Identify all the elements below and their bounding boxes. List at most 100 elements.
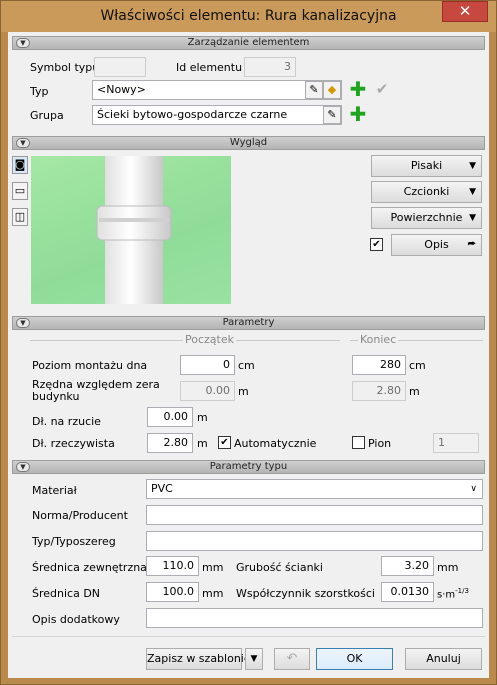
folder-icon[interactable]: ▭: [12, 182, 28, 200]
collapse-icon[interactable]: ▼: [16, 462, 30, 472]
dropdown-arrow-icon: ▼: [469, 161, 476, 171]
dialog-window: Właściwości elementu: Rura kanalizacyjna…: [0, 0, 497, 685]
unit-label: cm: [238, 359, 255, 372]
typoszereg-input[interactable]: [146, 531, 483, 551]
unit-label: m: [197, 411, 208, 424]
ok-button[interactable]: OK: [316, 648, 393, 670]
unit-label: cm: [409, 359, 426, 372]
grupa-field[interactable]: Ścieki bytowo-gospodarcze czarne: [92, 105, 342, 125]
header-koniec: Koniec: [358, 333, 399, 346]
collapse-icon[interactable]: ▼: [16, 318, 30, 328]
poziom-label: Poziom montażu dna: [32, 359, 148, 372]
pion-label: Pion: [368, 437, 392, 450]
grupa-label: Grupa: [30, 109, 64, 122]
srednica-zew-label: Średnica zewnętrzna: [32, 561, 147, 574]
dropdown-arrow-icon: ▼: [469, 213, 476, 223]
add-group-button[interactable]: ✚: [349, 104, 367, 124]
camera-icon[interactable]: ◙: [12, 156, 28, 174]
automatycznie-label: Automatycznie: [234, 437, 317, 450]
czcionki-label: Czcionki: [403, 185, 450, 198]
section-title: Wygląd: [229, 137, 268, 148]
lock-icon[interactable]: ◆: [323, 81, 341, 99]
preview-3d: [31, 156, 231, 304]
opis-checkbox[interactable]: ✔: [370, 238, 383, 251]
grubosc-input[interactable]: 3.20: [381, 556, 434, 576]
edit-group-icon[interactable]: ✎: [323, 106, 341, 124]
confirm-icon[interactable]: ✔: [373, 81, 391, 99]
section-wyglad[interactable]: ▼ Wygląd: [12, 136, 485, 150]
norma-input[interactable]: [146, 505, 483, 525]
unit-label: mm: [202, 587, 224, 600]
add-type-button[interactable]: ✚: [349, 79, 367, 99]
collapse-icon[interactable]: ▼: [16, 138, 30, 148]
dl-rzut-field: 0.00: [147, 407, 193, 427]
zapisz-dropdown-button[interactable]: ▼: [245, 648, 263, 670]
edit-type-icon[interactable]: ✎: [305, 81, 323, 99]
header-poczatek: Początek: [183, 333, 236, 346]
opis-label: Opis: [424, 238, 449, 251]
symbol-typu-label: Symbol typu: [30, 61, 100, 74]
section-parametry-typu[interactable]: ▼ Parametry typu: [12, 460, 485, 474]
unit-label: m: [238, 385, 249, 398]
zapisz-button[interactable]: Zapisz w szablonie: [146, 648, 251, 670]
material-value: PVC: [151, 482, 173, 495]
section-title: Parametry: [222, 317, 275, 328]
opis-dodatkowy-label: Opis dodatkowy: [32, 613, 120, 626]
unit-label: mm: [437, 561, 459, 574]
wspolczynnik-unit: s·m-1/3: [437, 587, 469, 600]
grubosc-label: Grubość ścianki: [236, 561, 323, 574]
rzedna-label: Rzędna względem zera budynku: [32, 378, 160, 403]
section-title: Parametry typu: [209, 461, 288, 472]
poziom-start-input[interactable]: 0: [180, 355, 235, 375]
poziom-end-input[interactable]: 280: [352, 355, 406, 375]
opis-button[interactable]: Opis ⮫: [391, 234, 482, 256]
powierzchnie-button[interactable]: Powierzchnie ▼: [371, 207, 482, 229]
opis-dodatkowy-input[interactable]: [146, 608, 483, 628]
rzedna-start-field: 0.00: [180, 381, 235, 401]
id-elementu-label: Id elementu: [176, 61, 243, 74]
unit-label: m: [409, 385, 420, 398]
title-bar: Właściwości elementu: Rura kanalizacyjna…: [1, 1, 496, 32]
srednica-zew-input[interactable]: 110.0: [146, 556, 199, 576]
open-icon: ⮫: [467, 240, 476, 250]
pisaki-button[interactable]: Pisaki ▼: [371, 155, 482, 177]
dropdown-arrow-icon: ▼: [469, 187, 476, 197]
typ-label: Typ: [30, 85, 49, 98]
norma-label: Norma/Producent: [32, 509, 128, 522]
cube-icon[interactable]: ◫: [12, 208, 28, 226]
wspolczynnik-input[interactable]: 0.0130: [381, 582, 434, 602]
chevron-down-icon: ∨: [470, 484, 477, 494]
unit-label: m: [197, 437, 208, 450]
dl-rzecz-field: 2.80: [147, 433, 193, 453]
typoszereg-label: Typ/Typoszereg: [32, 535, 116, 548]
close-button[interactable]: ✕: [442, 1, 488, 22]
wspolczynnik-label: Współczynnik szorstkości: [236, 587, 375, 600]
powierzchnie-label: Powierzchnie: [390, 211, 463, 224]
srednica-dn-input[interactable]: 100.0: [146, 582, 199, 602]
unit-exponent: -1/3: [455, 587, 469, 595]
collapse-icon[interactable]: ▼: [16, 38, 30, 48]
undo-icon[interactable]: ↶: [274, 648, 310, 670]
anuluj-button[interactable]: Anuluj: [405, 648, 482, 670]
material-select[interactable]: PVC ∨: [146, 479, 483, 499]
pion-checkbox[interactable]: [352, 436, 365, 449]
srednica-dn-label: Średnica DN: [32, 587, 101, 600]
section-zarzadzanie[interactable]: ▼ Zarządzanie elementem: [12, 36, 485, 50]
automatycznie-checkbox[interactable]: ✔: [218, 436, 231, 449]
czcionki-button[interactable]: Czcionki ▼: [371, 181, 482, 203]
dl-rzecz-label: Dł. rzeczywista: [32, 437, 115, 450]
section-title: Zarządzanie elementem: [187, 37, 310, 48]
pipe-preview-image: [96, 156, 172, 304]
pion-field: 1: [433, 433, 479, 453]
unit-base: s·m: [437, 589, 456, 601]
symbol-typu-field: [94, 57, 146, 77]
section-parametry[interactable]: ▼ Parametry: [12, 316, 485, 330]
id-elementu-field: 3: [244, 57, 296, 77]
rzedna-end-field: 2.80: [352, 381, 406, 401]
dl-rzut-label: Dł. na rzucie: [32, 415, 101, 428]
window-title: Właściwości elementu: Rura kanalizacyjna: [100, 8, 397, 24]
dialog-body: ▼ Zarządzanie elementem Symbol typu Id el…: [8, 32, 489, 678]
pisaki-label: Pisaki: [410, 159, 443, 172]
divider: [12, 636, 485, 637]
unit-label: mm: [202, 561, 224, 574]
